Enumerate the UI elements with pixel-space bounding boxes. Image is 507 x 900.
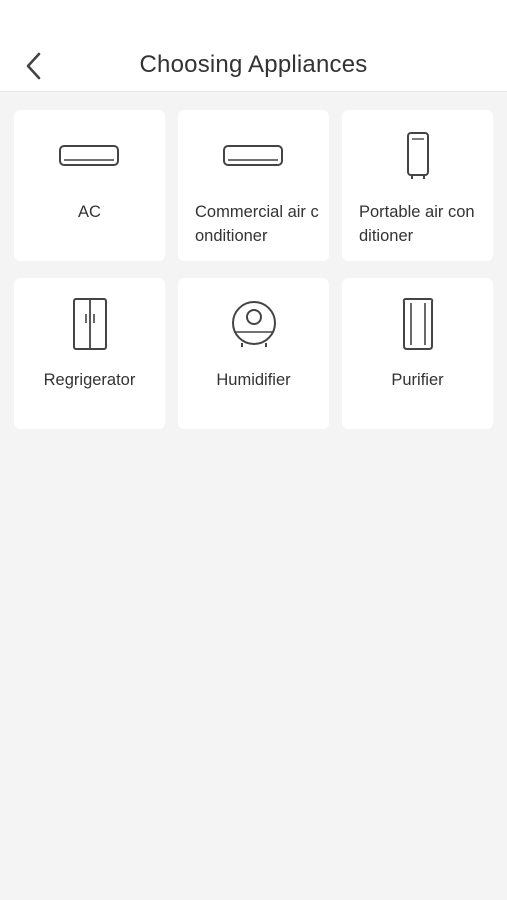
appliance-card-portable-ac[interactable]: Portable air conditioner: [342, 110, 493, 261]
appliance-label: Portable air conditioner: [359, 203, 475, 245]
purifier-icon: [342, 296, 493, 352]
refrigerator-icon: [14, 296, 165, 352]
page-title: Choosing Appliances: [139, 51, 368, 78]
portable-ac-icon: [342, 128, 493, 184]
appliance-card-humidifier[interactable]: Humidifier: [178, 278, 329, 429]
wall-ac-icon: [14, 128, 165, 184]
appliance-label: Commercial air conditioner: [195, 203, 319, 245]
appliance-label: Regrigerator: [43, 371, 136, 389]
wall-ac-icon: [178, 128, 329, 184]
appliance-card-commercial-ac[interactable]: Commercial air conditioner: [178, 110, 329, 261]
header-bar: Choosing Appliances: [0, 0, 507, 92]
appliance-card-purifier[interactable]: Purifier: [342, 278, 493, 429]
appliance-label: Purifier: [391, 371, 444, 389]
appliance-label: AC: [78, 203, 101, 221]
appliance-card-refrigerator[interactable]: Regrigerator: [14, 278, 165, 429]
humidifier-icon: [178, 296, 329, 352]
appliance-card-ac[interactable]: AC: [14, 110, 165, 261]
appliance-label: Humidifier: [216, 371, 291, 389]
